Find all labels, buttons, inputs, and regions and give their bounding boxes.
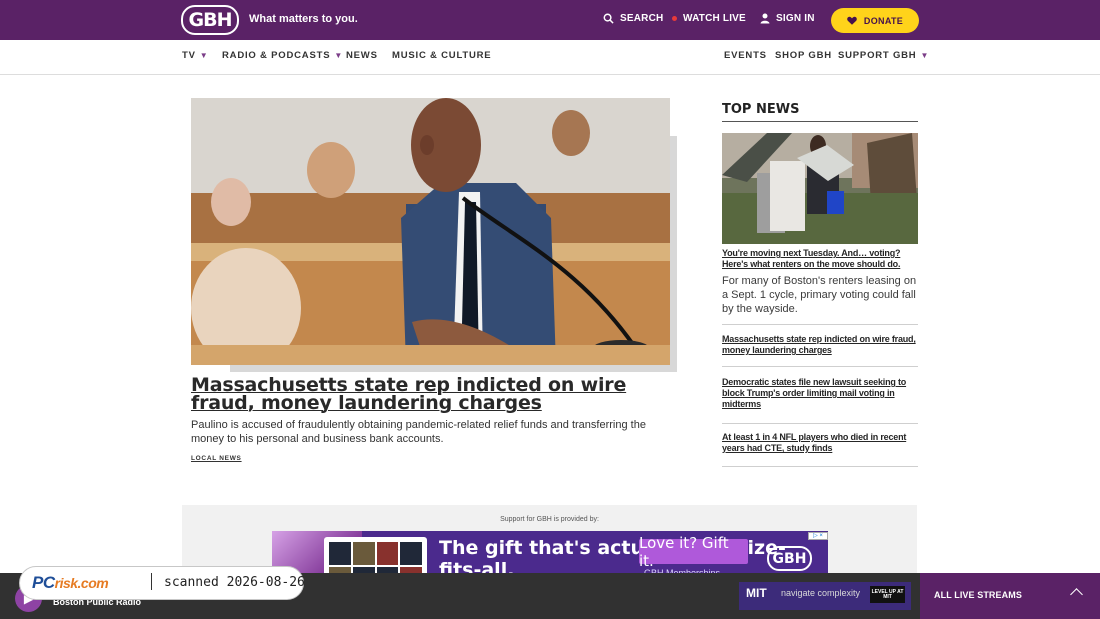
caret-down-icon: ▼: [199, 51, 209, 60]
user-icon: [760, 13, 770, 24]
site-tagline: What matters to you.: [249, 13, 358, 25]
donate-button[interactable]: DONATE: [831, 8, 919, 33]
featured-top-news-summary: For many of Boston's renters leasing on …: [722, 275, 917, 315]
nav-item-radio-podcasts[interactable]: RADIO & PODCASTS ▼: [222, 50, 343, 61]
search-button[interactable]: SEARCH: [603, 13, 663, 24]
watermark-divider: [151, 573, 152, 590]
search-icon: [603, 13, 614, 24]
nav-item-tv[interactable]: TV ▼: [182, 50, 208, 61]
main-story-image-area[interactable]: [191, 98, 677, 372]
mit-tagline: navigate complexity: [781, 588, 861, 598]
sidebar-divider: [722, 324, 918, 325]
top-news-item-1[interactable]: Massachusetts state rep indicted on wire…: [722, 334, 918, 356]
nav-label-tv: TV: [182, 50, 196, 61]
program-tile: [400, 542, 422, 565]
pcrisk-logo-suffix: risk.com: [54, 575, 109, 591]
top-news-title: TOP NEWS: [722, 102, 918, 122]
nav-item-events[interactable]: EVENTS: [724, 50, 767, 61]
nav-label-support-gbh: SUPPORT GBH: [838, 50, 917, 61]
mit-brand: MIT: [746, 586, 767, 600]
ad-gbh-logo: GBH: [767, 546, 812, 571]
nav-item-music-culture[interactable]: MUSIC & CULTURE: [392, 50, 491, 61]
ad-choices-icon[interactable]: ▷ ×: [808, 532, 828, 540]
main-story-photo[interactable]: [191, 98, 670, 365]
featured-top-news-link[interactable]: You're moving next Tuesday. And… voting?…: [722, 248, 918, 270]
program-tile: [329, 542, 351, 565]
support-note: Support for GBH is provided by:: [500, 516, 599, 523]
sign-in-label: SIGN IN: [776, 13, 815, 24]
mit-cta: LEVEL UP AT MIT: [870, 586, 905, 603]
gbh-logo[interactable]: GBH: [181, 5, 239, 35]
watch-live-button[interactable]: WATCH LIVE: [672, 13, 746, 24]
gift-button[interactable]: Love it? Gift it.: [639, 534, 748, 570]
caret-down-icon: ▼: [334, 51, 344, 60]
story-category-link[interactable]: LOCAL NEWS: [191, 455, 242, 462]
pcrisk-logo-main: PC: [32, 573, 55, 592]
top-header: GBH What matters to you. SEARCH WATCH LI…: [0, 0, 1100, 40]
sidebar-divider: [722, 366, 918, 367]
search-label: SEARCH: [620, 13, 664, 24]
program-tile: [352, 542, 375, 565]
caret-down-icon: ▼: [920, 51, 930, 60]
scan-date-text: scanned 2026-08-26: [164, 575, 305, 590]
sign-in-button[interactable]: SIGN IN: [760, 13, 815, 24]
watch-live-label: WATCH LIVE: [683, 13, 746, 24]
top-news-item-3[interactable]: At least 1 in 4 NFL players who died in …: [722, 432, 918, 454]
primary-navigation: TV ▼ RADIO & PODCASTS ▼ NEWS MUSIC & CULTU…: [0, 40, 1100, 75]
featured-top-news-photo[interactable]: [722, 133, 918, 244]
nav-item-support-gbh[interactable]: SUPPORT GBH ▼: [838, 50, 929, 61]
nav-item-shop-gbh[interactable]: SHOP GBH: [775, 50, 832, 61]
main-story-headline[interactable]: Massachusetts state rep indicted on wire…: [191, 376, 671, 413]
nav-item-news[interactable]: NEWS: [346, 50, 378, 61]
top-news-item-2[interactable]: Democratic states file new lawsuit seeki…: [722, 377, 918, 410]
sidebar-divider: [722, 423, 918, 424]
pcrisk-logo: PCrisk.com: [32, 573, 144, 595]
nav-label-radio-podcasts: RADIO & PODCASTS: [222, 50, 331, 61]
mit-advertisement[interactable]: MIT navigate complexity LEVEL UP AT MIT: [739, 582, 911, 610]
program-tile: [376, 542, 399, 565]
main-story-summary: Paulino is accused of fraudulently obtai…: [191, 419, 646, 445]
live-dot-icon: [672, 16, 677, 21]
donate-label: DONATE: [863, 15, 904, 26]
heart-icon: [847, 16, 857, 25]
sidebar-divider: [722, 466, 918, 467]
